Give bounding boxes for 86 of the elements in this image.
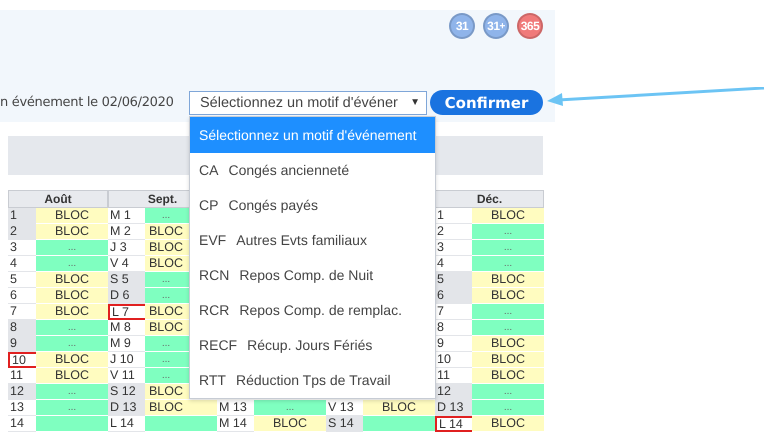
status-cell[interactable]: ... bbox=[36, 256, 108, 272]
status-cell[interactable]: BLOC bbox=[36, 208, 108, 224]
status-cell[interactable]: BLOC bbox=[36, 304, 108, 320]
status-cell[interactable]: BLOC bbox=[363, 400, 435, 416]
day-cell: J 10 bbox=[108, 352, 145, 368]
day-cell: M 13 bbox=[217, 400, 254, 416]
day-cell: 12 bbox=[435, 384, 472, 400]
status-cell[interactable]: BLOC bbox=[472, 352, 544, 368]
status-cell[interactable]: ... bbox=[472, 304, 544, 320]
status-cell[interactable]: BLOC bbox=[145, 400, 217, 416]
day-cell: 6 bbox=[8, 288, 36, 304]
day-cell: 3 bbox=[8, 240, 36, 256]
day-cell: 9 bbox=[8, 336, 36, 352]
day-cell: L 14 bbox=[108, 416, 145, 432]
status-cell[interactable]: ... bbox=[472, 400, 544, 416]
day-cell: 7 bbox=[435, 304, 472, 320]
status-cell[interactable]: BLOC bbox=[36, 224, 108, 240]
day-cell: 9 bbox=[435, 336, 472, 352]
day-cell: 7 bbox=[8, 304, 36, 320]
status-cell[interactable]: BLOC bbox=[472, 208, 544, 224]
status-cell[interactable]: BLOC bbox=[472, 368, 544, 384]
day-cell: 11 bbox=[8, 368, 36, 384]
month-header: Déc. bbox=[435, 190, 544, 208]
day-cell: 5 bbox=[435, 272, 472, 288]
status-cell[interactable]: ... bbox=[36, 336, 108, 352]
status-cell[interactable]: ... bbox=[472, 240, 544, 256]
status-cell[interactable]: ... bbox=[36, 320, 108, 336]
day-cell: 4 bbox=[8, 256, 36, 272]
day-cell: S 14 bbox=[326, 416, 363, 432]
status-cell[interactable]: BLOC bbox=[36, 272, 108, 288]
day-cell: M 1 bbox=[108, 208, 145, 224]
event-date-label: n événement le 02/06/2020 bbox=[0, 95, 175, 110]
day-cell: V 4 bbox=[108, 256, 145, 272]
status-cell[interactable] bbox=[363, 416, 435, 432]
day-cell: 1 bbox=[8, 208, 36, 224]
day-cell: 10 bbox=[435, 352, 472, 368]
status-cell[interactable]: BLOC bbox=[472, 288, 544, 304]
day-cell: 13 bbox=[8, 400, 36, 416]
day-cell: 12 bbox=[8, 384, 36, 400]
status-cell[interactable]: BLOC bbox=[36, 368, 108, 384]
day-cell: M 14 bbox=[217, 416, 254, 432]
dropdown-option[interactable]: CA Congés ancienneté bbox=[190, 153, 435, 188]
confirm-button[interactable]: Confirmer bbox=[430, 90, 543, 115]
status-cell[interactable]: ... bbox=[472, 256, 544, 272]
day-cell: S 5 bbox=[108, 272, 145, 288]
status-cell[interactable]: ... bbox=[472, 384, 544, 400]
day-cell: L 7 bbox=[108, 304, 145, 320]
month-header: Août bbox=[8, 190, 108, 208]
day-cell: 1 bbox=[435, 208, 472, 224]
status-cell[interactable]: ... bbox=[36, 384, 108, 400]
day-cell: L 14 bbox=[435, 416, 472, 432]
status-cell[interactable]: BLOC bbox=[36, 352, 108, 368]
status-cell[interactable]: BLOC bbox=[254, 416, 326, 432]
day-cell: V 13 bbox=[326, 400, 363, 416]
status-cell[interactable]: BLOC bbox=[36, 288, 108, 304]
day-cell: V 11 bbox=[108, 368, 145, 384]
status-cell[interactable] bbox=[36, 416, 108, 432]
status-cell[interactable]: BLOC bbox=[472, 416, 544, 432]
day-cell: M 9 bbox=[108, 336, 145, 352]
day-cell: 11 bbox=[435, 368, 472, 384]
day-cell: 6 bbox=[435, 288, 472, 304]
day-cell: D 13 bbox=[435, 400, 472, 416]
day-cell: 8 bbox=[8, 320, 36, 336]
day-cell: 10 bbox=[8, 352, 36, 368]
day-cell: 8 bbox=[435, 320, 472, 336]
day-cell: 5 bbox=[8, 272, 36, 288]
day-cell: 3 bbox=[435, 240, 472, 256]
day-cell: 14 bbox=[8, 416, 36, 432]
day-cell: M 2 bbox=[108, 224, 145, 240]
status-cell[interactable]: ... bbox=[254, 400, 326, 416]
status-cell[interactable]: ... bbox=[472, 224, 544, 240]
day-cell: 2 bbox=[435, 224, 472, 240]
status-cell[interactable]: ... bbox=[36, 400, 108, 416]
day-cell: M 8 bbox=[108, 320, 145, 336]
status-cell[interactable] bbox=[145, 416, 217, 432]
day-cell: 2 bbox=[8, 224, 36, 240]
day-cell: D 13 bbox=[108, 400, 145, 416]
status-cell[interactable]: ... bbox=[472, 320, 544, 336]
reason-select[interactable]: Sélectionnez un motif d'événer ▼ bbox=[189, 90, 427, 114]
day-cell: D 6 bbox=[108, 288, 145, 304]
status-cell[interactable]: BLOC bbox=[472, 272, 544, 288]
status-cell[interactable]: ... bbox=[36, 240, 108, 256]
status-cell[interactable]: BLOC bbox=[472, 336, 544, 352]
day-cell: S 12 bbox=[108, 384, 145, 400]
day-cell: 4 bbox=[435, 256, 472, 272]
day-cell: J 3 bbox=[108, 240, 145, 256]
